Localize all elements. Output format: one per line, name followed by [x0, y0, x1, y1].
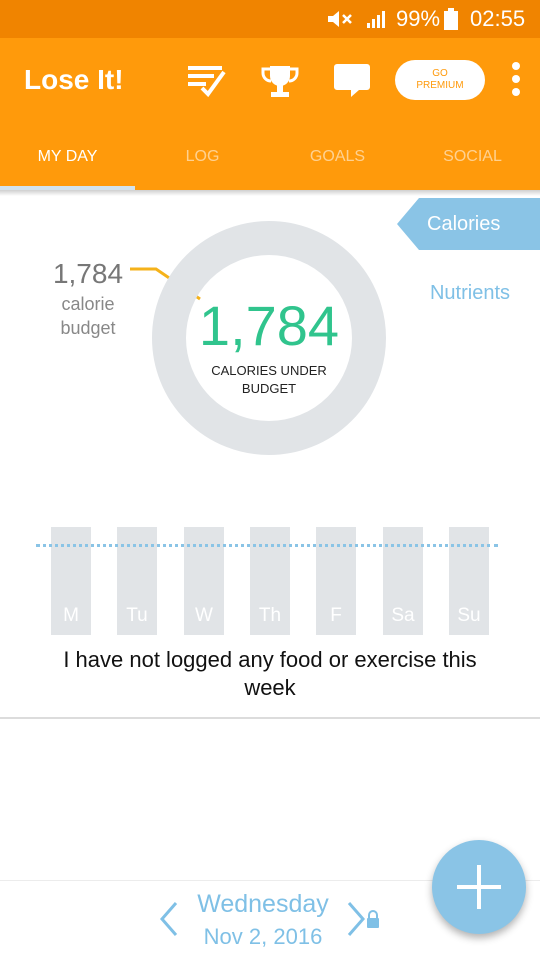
tab-my-day[interactable]: MY DAY — [0, 126, 135, 186]
day-label-tu: Tu — [126, 605, 148, 626]
day-bar-th[interactable] — [250, 527, 290, 635]
selected-weekday[interactable]: Wednesday — [170, 888, 356, 920]
ring-caption-line1: CALORIES UNDER — [211, 363, 327, 378]
ring-caption-line2: BUDGET — [241, 381, 297, 396]
calories-under-budget-value: 1,784 — [198, 294, 340, 357]
premium-button-line1: GO — [432, 68, 448, 79]
go-premium-button[interactable]: GO PREMIUM — [395, 60, 485, 100]
day-label-sa: Sa — [391, 605, 415, 626]
tab-social[interactable]: SOCIAL — [405, 126, 540, 186]
day-bar-w[interactable] — [184, 527, 224, 635]
status-bar: 99% 02:55 — [0, 0, 540, 38]
app-bar: Lose It! GO PREMIUM — [0, 38, 540, 126]
day-bar-m[interactable] — [51, 527, 91, 635]
chat-icon[interactable] — [333, 62, 371, 98]
empty-week-message-line1: I have not logged any food or exercise t… — [63, 647, 477, 672]
tab-bar: MY DAY LOG GOALS SOCIAL — [0, 126, 540, 190]
premium-button-line2: PREMIUM — [416, 80, 464, 91]
section-divider — [0, 717, 540, 719]
day-bar-sa[interactable] — [383, 527, 423, 635]
day-bar-su[interactable] — [449, 527, 489, 635]
calories-under-budget-caption: CALORIES UNDER BUDGET — [195, 362, 343, 398]
day-bar-f[interactable] — [316, 527, 356, 635]
empty-week-message-line2: week — [244, 675, 296, 700]
tab-log[interactable]: LOG — [135, 126, 270, 186]
lock-icon — [367, 910, 379, 928]
nutrients-view-tab[interactable]: Nutrients — [410, 278, 530, 308]
battery-icon — [444, 8, 458, 30]
day-label-su: Su — [457, 605, 481, 626]
status-clock: 02:55 — [470, 6, 526, 31]
selected-date[interactable]: Nov 2, 2016 — [170, 922, 356, 952]
calorie-budget-label-line1: calorie — [61, 294, 115, 314]
calorie-budget-value: 1,784 — [52, 258, 124, 289]
day-label-f: F — [330, 605, 342, 626]
day-bar-tu[interactable] — [117, 527, 157, 635]
chevron-right-icon[interactable] — [345, 900, 367, 938]
app-title: Lose It! — [24, 64, 124, 95]
battery-percentage: 99% — [396, 6, 441, 31]
calories-view-tab[interactable]: Calories — [397, 198, 540, 250]
mute-icon — [328, 11, 352, 27]
day-label-w: W — [195, 605, 213, 626]
calorie-budget-label-line2: budget — [60, 318, 116, 338]
calorie-budget-label: calorie budget — [38, 292, 138, 340]
add-entry-button[interactable] — [432, 840, 526, 934]
trophy-icon[interactable] — [260, 64, 300, 100]
signal-icon — [367, 11, 385, 28]
checklist-icon[interactable] — [188, 64, 226, 98]
tab-goals[interactable]: GOALS — [270, 126, 405, 186]
daily-budget-line — [36, 544, 498, 547]
day-label-m: M — [63, 605, 79, 626]
empty-week-message: I have not logged any food or exercise t… — [20, 646, 520, 702]
tab-bar-shadow — [0, 190, 540, 196]
plus-icon — [457, 865, 501, 909]
more-vert-icon[interactable] — [508, 62, 524, 102]
day-label-th: Th — [258, 605, 282, 626]
